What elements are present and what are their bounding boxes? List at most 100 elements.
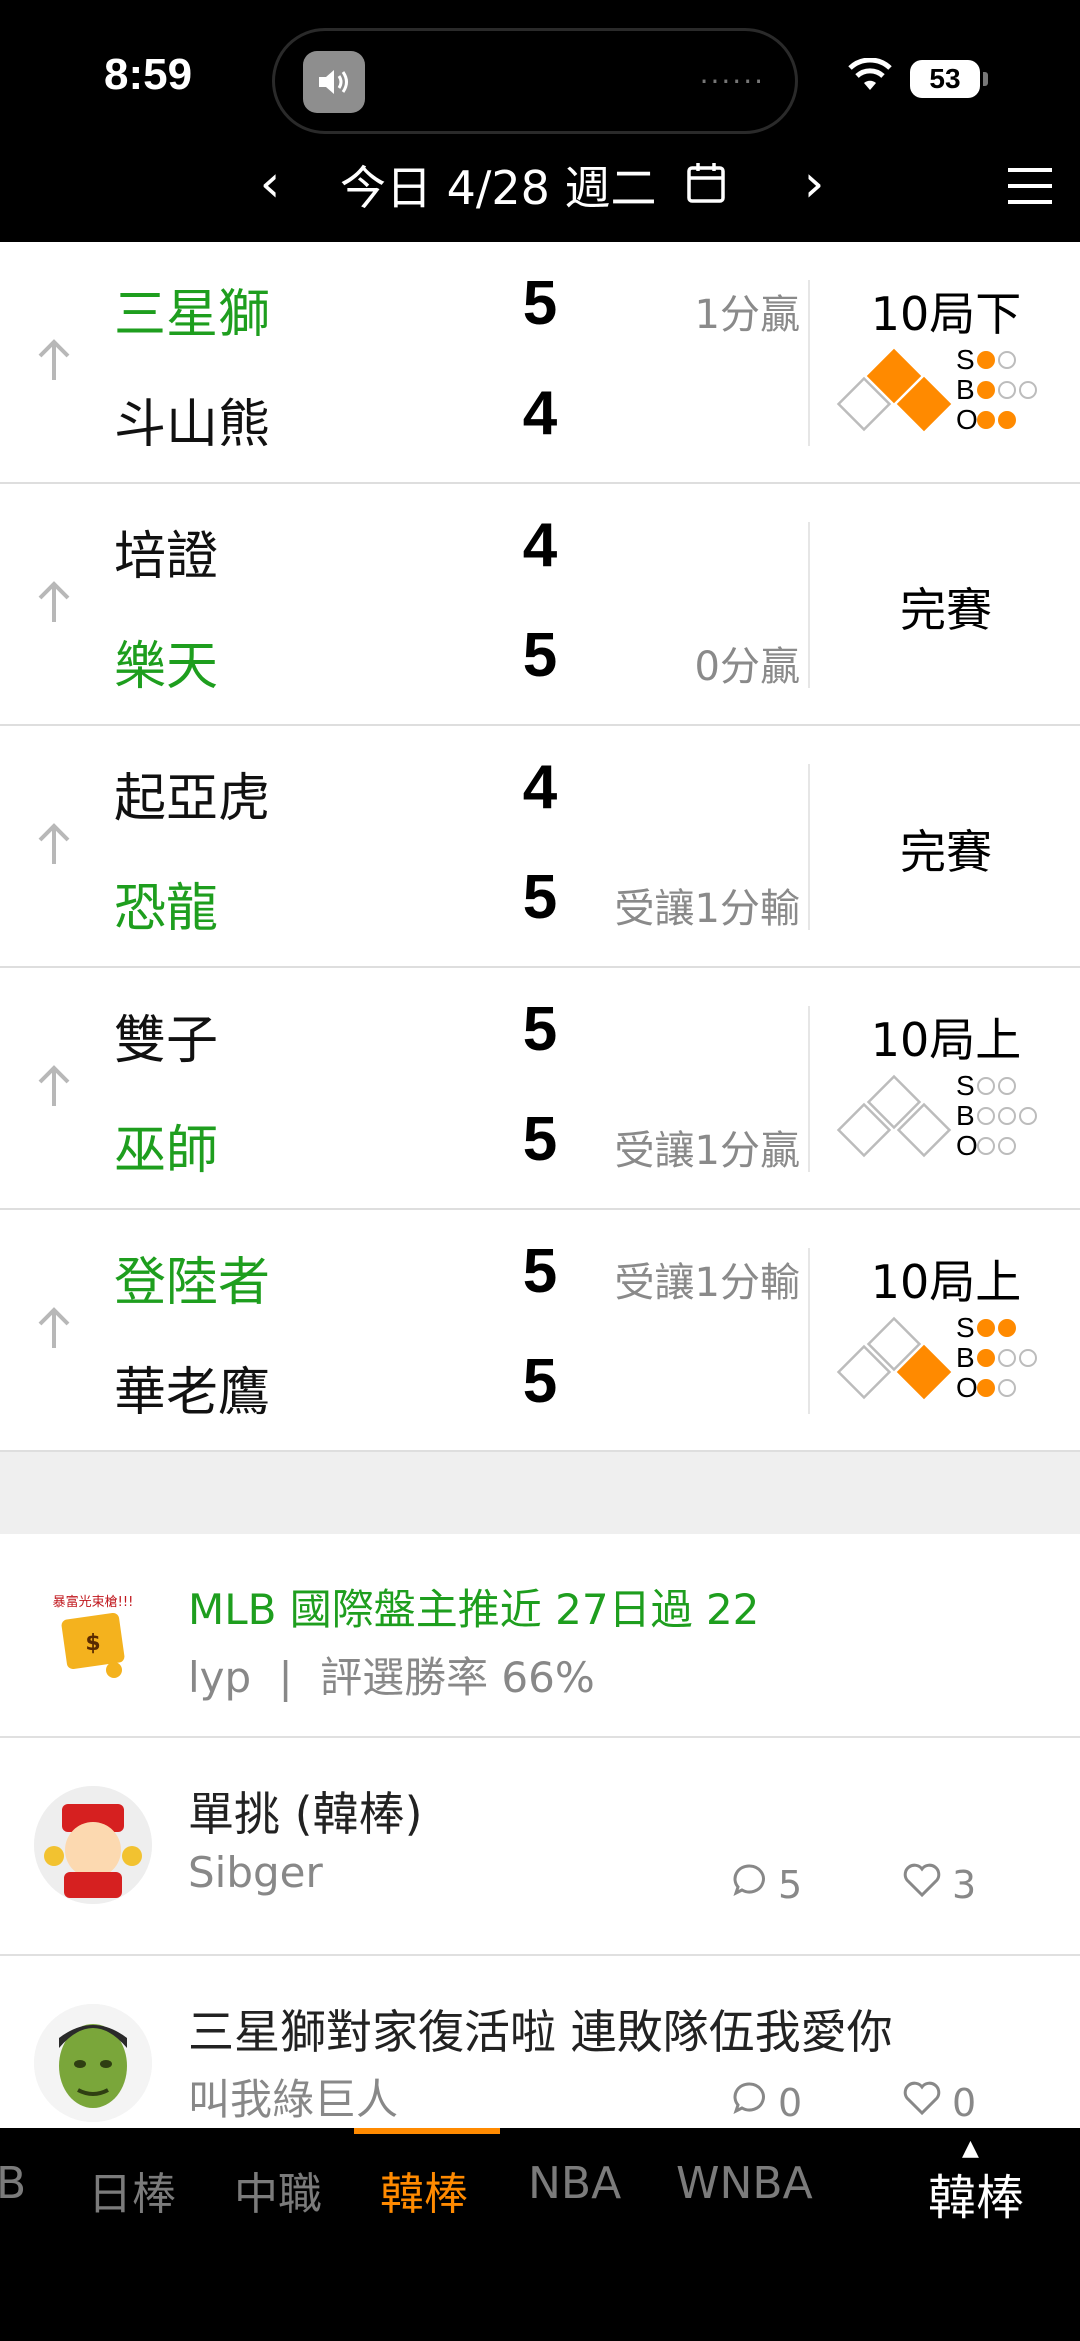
score-home: 4: [522, 379, 558, 448]
score-home: 5: [522, 1347, 558, 1416]
base-count-display: SBO: [836, 1068, 1066, 1168]
svg-text:S: S: [956, 344, 975, 375]
like-count-value: 3: [952, 1862, 977, 1907]
island-dots: ······: [699, 65, 765, 98]
tab-wnba[interactable]: WNBA: [676, 2158, 813, 2209]
comment-count[interactable]: 5: [732, 1862, 802, 1907]
svg-text:S: S: [956, 1312, 975, 1343]
heart-icon: [902, 1862, 942, 1907]
post-meta: lyp | 評選勝率 66%: [188, 1644, 595, 1705]
game-status: 10局上: [870, 1255, 1022, 1309]
arrow-up-icon[interactable]: [34, 822, 74, 870]
game-row[interactable]: 雙子 5 巫師 5 受讓1分贏 10局上 SBO: [0, 968, 1080, 1210]
bet-note-away: 1分贏: [694, 292, 800, 338]
tab-nba[interactable]: NBA: [528, 2158, 621, 2209]
team-away: 培證: [114, 527, 219, 587]
post-title[interactable]: MLB 國際盤主推近 27日過 22: [188, 1576, 759, 1637]
battery-indicator: 53: [910, 60, 988, 98]
next-day-button[interactable]: ›: [784, 158, 844, 218]
svg-text:O: O: [956, 404, 978, 435]
current-league-label: 韓棒: [927, 2170, 1024, 2226]
team-home: 斗山熊: [114, 395, 271, 455]
prev-day-button[interactable]: ‹: [240, 158, 300, 218]
post-title[interactable]: 三星獅對家復活啦 連敗隊伍我愛你: [188, 1996, 893, 2062]
svg-text:O: O: [956, 1372, 978, 1403]
arrow-up-icon[interactable]: [34, 338, 74, 386]
game-status: 完賽: [900, 583, 992, 637]
team-away: 起亞虎: [114, 769, 271, 829]
score-home: 5: [522, 863, 558, 932]
score-home: 5: [522, 621, 558, 690]
menu-icon[interactable]: [1006, 166, 1054, 210]
bet-note-home: 受讓1分贏: [614, 1128, 800, 1174]
win-rate: 評選勝率 66%: [320, 1653, 595, 1702]
avatar: 暴富光束槍!!! $: [34, 1582, 152, 1700]
game-status: 10局下: [870, 287, 1022, 341]
bet-note-home: 受讓1分輸: [614, 886, 800, 932]
base-count-display: SBO: [836, 1310, 1066, 1410]
divider: [808, 522, 810, 688]
score-away: 4: [522, 753, 558, 822]
tab-league[interactable]: B: [0, 2158, 26, 2209]
divider: [808, 1248, 810, 1414]
comment-count-value: 5: [778, 1862, 803, 1907]
base-count-display: SBO: [836, 342, 1066, 442]
league-selector-button[interactable]: ▲ 韓棒: [872, 2128, 1080, 2250]
avatar: [34, 2004, 152, 2122]
tab-npb[interactable]: 日棒: [88, 2158, 176, 2222]
score-home: 5: [522, 1105, 558, 1174]
arrow-up-icon[interactable]: [34, 580, 74, 628]
svg-text:B: B: [956, 1100, 975, 1131]
league-bar: B 日棒 中職 韓棒 NBA WNBA ▲ 韓棒: [0, 2128, 1080, 2250]
comment-icon: [732, 2080, 768, 2125]
avatar-caption: 暴富光束槍!!!: [53, 1594, 134, 1610]
game-row[interactable]: 三星獅 5 1分贏 斗山熊 4 10局下 SBO: [0, 242, 1080, 484]
games-list: 三星獅 5 1分贏 斗山熊 4 10局下 SBO 培證 4 樂天 5 0分贏 完…: [0, 242, 1080, 1452]
like-count-value: 0: [952, 2080, 977, 2125]
divider: [808, 764, 810, 930]
svg-text:$: $: [85, 1631, 100, 1656]
post-author: Sibger: [188, 1848, 323, 1897]
score-away: 5: [522, 995, 558, 1064]
post-title[interactable]: 單挑 (韓棒): [188, 1778, 423, 1844]
game-status: 完賽: [900, 825, 992, 879]
like-count[interactable]: 0: [902, 2080, 976, 2125]
posts-list: 暴富光束槍!!! $ MLB 國際盤主推近 27日過 22 lyp | 評選勝率…: [0, 1534, 1080, 2174]
tab-kbo[interactable]: 韓棒: [380, 2158, 468, 2222]
game-row[interactable]: 培證 4 樂天 5 0分贏 完賽: [0, 484, 1080, 726]
like-count[interactable]: 3: [902, 1862, 976, 1907]
arrow-up-icon[interactable]: [34, 1306, 74, 1354]
status-bar: 8:59 ······ 53: [0, 0, 1080, 150]
post-author: lyp: [188, 1653, 252, 1702]
score-away: 4: [522, 511, 558, 580]
comment-count[interactable]: 0: [732, 2080, 802, 2125]
team-home: 巫師: [114, 1121, 219, 1181]
league-tabs: B 日棒 中職 韓棒 NBA WNBA: [0, 2128, 854, 2250]
bet-note-away: 受讓1分輸: [614, 1260, 800, 1306]
score-away: 5: [522, 269, 558, 338]
clock: 8:59: [104, 50, 193, 99]
tab-cpbl[interactable]: 中職: [234, 2158, 322, 2222]
meta-separator: |: [278, 1653, 293, 1702]
game-row[interactable]: 登陸者 5 受讓1分輸 華老鷹 5 10局上 SBO: [0, 1210, 1080, 1452]
current-date[interactable]: 今日 4/28 週二: [340, 158, 657, 218]
promo-post[interactable]: 暴富光束槍!!! $ MLB 國際盤主推近 27日過 22 lyp | 評選勝率…: [0, 1534, 1080, 1738]
dynamic-island: ······: [272, 28, 798, 134]
divider: [808, 1006, 810, 1172]
game-status: 10局上: [870, 1013, 1022, 1067]
active-tab-indicator: [354, 2128, 500, 2134]
team-away: 登陸者: [114, 1253, 271, 1313]
calendar-icon[interactable]: [686, 162, 726, 208]
comment-icon: [732, 1862, 768, 1907]
game-row[interactable]: 起亞虎 4 恐龍 5 受讓1分輸 完賽: [0, 726, 1080, 968]
divider: [808, 280, 810, 446]
post-author: 叫我綠巨人: [188, 2075, 399, 2124]
svg-text:B: B: [956, 1342, 975, 1373]
arrow-up-icon[interactable]: [34, 1064, 74, 1112]
team-away: 雙子: [114, 1011, 219, 1071]
svg-text:S: S: [956, 1070, 975, 1101]
forum-post[interactable]: 單挑 (韓棒) Sibger 5 3: [0, 1738, 1080, 1956]
section-spacer: [0, 1452, 1080, 1534]
bet-note-home: 0分贏: [694, 644, 800, 690]
team-away: 三星獅: [114, 285, 271, 345]
